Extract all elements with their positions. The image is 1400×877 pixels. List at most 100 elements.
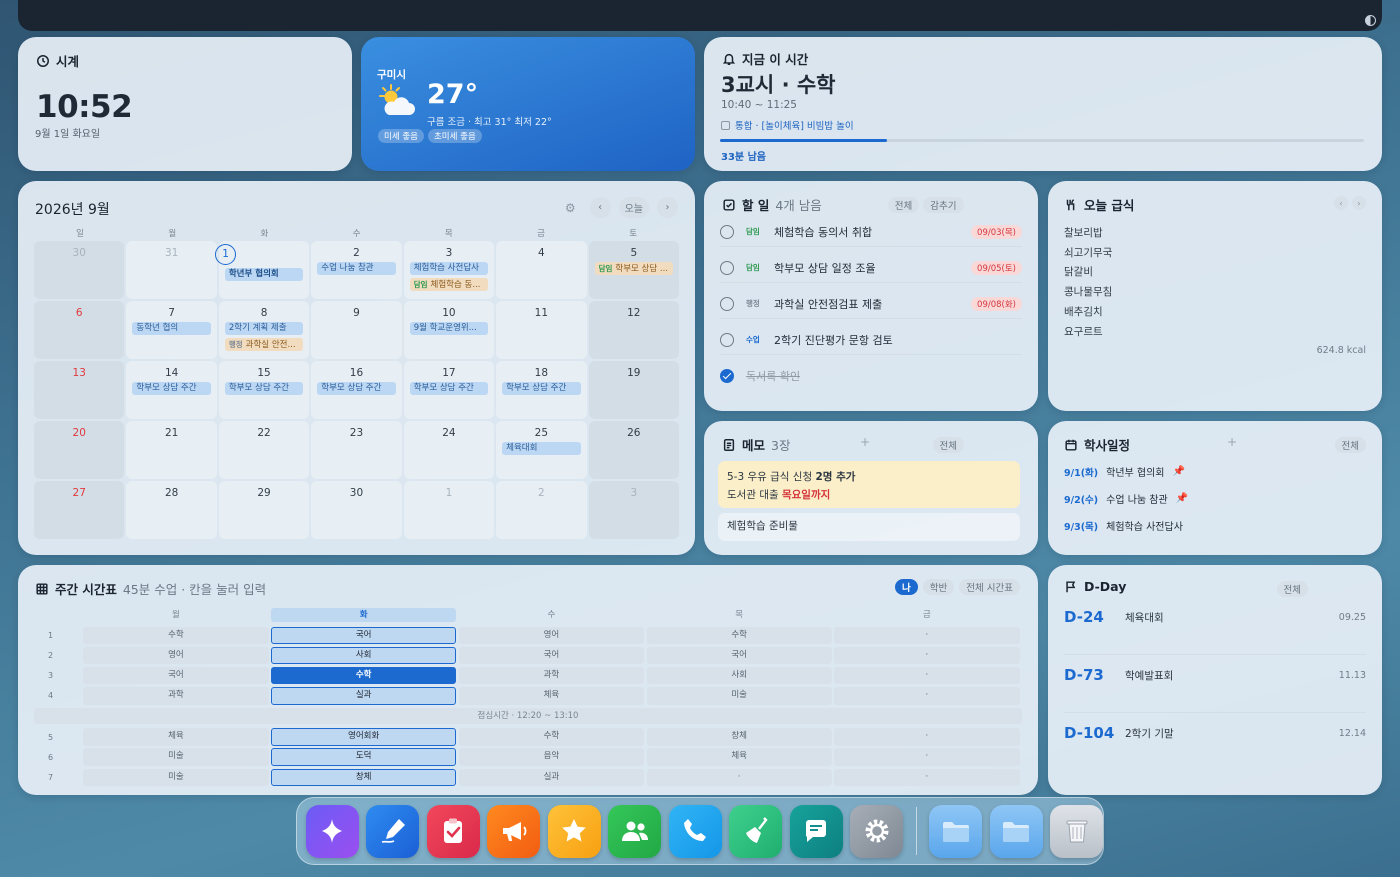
current-period-widget[interactable]: 지금 이 시간 3교시 · 수학 10:40 ~ 11:25 통합 · [놀이체… (704, 37, 1382, 171)
calendar-day-cell[interactable]: 26 (588, 421, 679, 479)
memo-note[interactable]: 체험학습 준비물 (718, 513, 1020, 541)
calendar-event[interactable]: 학부모 상담 주간 (502, 382, 581, 395)
timetable-cell[interactable]: 국어 (271, 626, 457, 645)
timetable-cell[interactable]: 국어 (83, 666, 269, 685)
timetable-cell[interactable]: · (834, 646, 1020, 665)
dday-item[interactable]: D-104 2학기 기말 12.14 (1064, 724, 1366, 770)
timetable-cell[interactable]: 사회 (271, 646, 457, 665)
calendar-day-cell[interactable]: 9 (311, 301, 402, 359)
megaphone-icon[interactable] (487, 804, 541, 858)
pen-icon[interactable] (366, 804, 420, 858)
today-button[interactable]: 오늘 (618, 197, 649, 218)
calendar-event[interactable]: 담임 학부모 상담 ... (594, 262, 673, 275)
calendar-event[interactable]: 학년부 협의회 (224, 268, 304, 281)
calendar-event[interactable]: 2학기 계획 제출 (224, 322, 304, 335)
todo-checkbox[interactable] (720, 260, 734, 275)
trash-icon[interactable] (1050, 804, 1104, 858)
calendar-event[interactable]: 학부모 상담 주간 (132, 382, 211, 395)
calendar-day-cell[interactable]: 30 (311, 481, 402, 539)
timetable-cell[interactable]: 영어 (458, 626, 645, 645)
timetable-cell[interactable]: · (834, 626, 1020, 645)
timetable-cell[interactable]: 도덕 (271, 748, 457, 766)
calendar-day-cell[interactable]: 16 학부모 상담 주간 (311, 361, 402, 419)
pin-icon[interactable]: 📌 (1173, 466, 1185, 477)
folder-icon[interactable] (989, 804, 1043, 858)
calendar-day-cell[interactable]: 22 (218, 421, 310, 479)
timetable-cell[interactable]: 국어 (458, 646, 645, 665)
appearance-toggle-icon[interactable] (1365, 15, 1376, 26)
timetable-cell[interactable]: 체육 (83, 728, 269, 746)
academic-all-button[interactable]: 전체 (1334, 437, 1366, 453)
timetable-cell[interactable]: 미술 (646, 687, 832, 705)
timetable-cell[interactable]: 수학 (271, 666, 457, 685)
meal-prev-button[interactable]: ‹ (1334, 196, 1348, 210)
clipboard-check-icon[interactable] (426, 804, 480, 858)
timetable-cell[interactable]: 체육 (646, 748, 832, 766)
calendar-day-cell[interactable]: 3 체험학습 사전답사 담임 체험학습 동... (403, 241, 495, 299)
timetable-cell[interactable]: 창체 (646, 728, 832, 746)
calendar-day-cell[interactable]: 15 학부모 상담 주간 (218, 361, 310, 419)
folder-icon[interactable] (929, 804, 983, 858)
prev-month-button[interactable]: ‹ (589, 197, 611, 218)
calendar-day-cell[interactable]: 28 (126, 481, 217, 539)
calendar-day-cell[interactable]: 3 (588, 481, 679, 539)
todo-checkbox[interactable] (720, 369, 734, 383)
calendar-event[interactable]: 9월 학교운영위... (409, 322, 489, 335)
calendar-event[interactable]: 수업 나눔 참관 (317, 262, 396, 275)
calendar-day-cell[interactable]: 2 수업 나눔 참관 (311, 241, 402, 299)
timetable-cell[interactable]: · (646, 768, 832, 787)
timetable-cell[interactable]: · (834, 666, 1020, 685)
broom-icon[interactable] (729, 804, 783, 858)
timetable-cell[interactable]: 미술 (83, 748, 269, 766)
todo-checkbox[interactable] (720, 332, 734, 347)
calendar-day-cell[interactable]: 23 (311, 421, 402, 479)
calendar-day-cell[interactable]: 1 학년부 협의회 (215, 241, 310, 299)
timetable-cell[interactable]: 과학 (458, 666, 645, 685)
calendar-day-cell[interactable]: 18 학부모 상담 주간 (496, 361, 587, 419)
timetable-cell[interactable]: 수학 (83, 626, 269, 645)
timetable-cell[interactable]: · (834, 748, 1020, 766)
todo-item[interactable]: 행정 과학실 안전점검표 제출 09/08(화) (720, 289, 1022, 319)
timetable-cell[interactable]: · (834, 768, 1020, 787)
academic-event[interactable]: 9/2(수) 수업 나눔 참관 📌 (1064, 491, 1188, 506)
calendar-day-cell[interactable]: 2 (496, 481, 587, 539)
calendar-day-cell[interactable]: 21 (126, 421, 217, 479)
todo-filter-all[interactable]: 전체 (887, 196, 920, 213)
calendar-day-cell[interactable]: 30 (34, 241, 125, 299)
calendar-day-cell[interactable]: 5 담임 학부모 상담 ... (588, 241, 679, 299)
calendar-day-cell[interactable]: 13 (34, 361, 125, 419)
calendar-event[interactable]: 학부모 상담 주간 (409, 382, 489, 395)
calendar-day-cell[interactable]: 8 2학기 계획 제출 행정 과학실 안전... (218, 301, 310, 359)
calendar-day-cell[interactable]: 29 (218, 481, 310, 539)
calendar-day-cell[interactable]: 25 체육대회 (496, 421, 587, 479)
meal-next-button[interactable]: › (1352, 196, 1366, 210)
timetable-cell[interactable]: 사회 (646, 666, 832, 685)
memo-note[interactable]: 5-3 우유 급식 신청 2명 추가 도서관 대출 목요일까지 (718, 461, 1020, 508)
calendar-day-cell[interactable]: 14 학부모 상담 주간 (126, 361, 217, 419)
memo-all-button[interactable]: 전체 (932, 437, 964, 453)
timetable-cell[interactable]: 음악 (458, 748, 645, 766)
calendar-day-cell[interactable]: 11 (496, 301, 587, 359)
timetable-cell[interactable]: 수학 (646, 626, 832, 645)
timetable-cell[interactable]: 창체 (271, 768, 457, 787)
todo-item[interactable]: 담임 체험학습 동의서 취합 09/03(목) (720, 217, 1022, 247)
dday-item[interactable]: D-24 체육대회 09.25 (1064, 608, 1366, 655)
calendar-day-cell[interactable]: 4 (496, 241, 587, 299)
timetable-toggle-class[interactable]: 학반 (922, 579, 955, 595)
todo-checkbox[interactable] (720, 224, 734, 239)
calendar-day-cell[interactable]: 17 학부모 상담 주간 (403, 361, 495, 419)
timetable-cell[interactable]: · (834, 687, 1020, 705)
timetable-cell[interactable]: 실과 (458, 768, 645, 787)
dday-all-button[interactable]: 전체 (1276, 581, 1308, 597)
lesson-topic[interactable]: 통합 · [놀이체육] 비빔밥 놀이 (721, 118, 854, 132)
todo-item[interactable]: 담임 학부모 상담 일정 조율 09/05(토) (720, 253, 1022, 283)
calendar-day-cell[interactable]: 1 (403, 481, 495, 539)
calendar-event[interactable]: 행정 과학실 안전... (224, 338, 304, 351)
calendar-event[interactable]: 체험학습 사전답사 (409, 262, 489, 275)
timetable-cell[interactable]: 영어회화 (271, 728, 457, 746)
add-memo-button[interactable]: + (860, 435, 870, 449)
calendar-event[interactable]: 학부모 상담 주간 (224, 382, 304, 395)
calendar-day-cell[interactable]: 10 9월 학교운영위... (403, 301, 495, 359)
timetable-cell[interactable]: 국어 (646, 646, 832, 665)
people-icon[interactable] (608, 804, 662, 858)
